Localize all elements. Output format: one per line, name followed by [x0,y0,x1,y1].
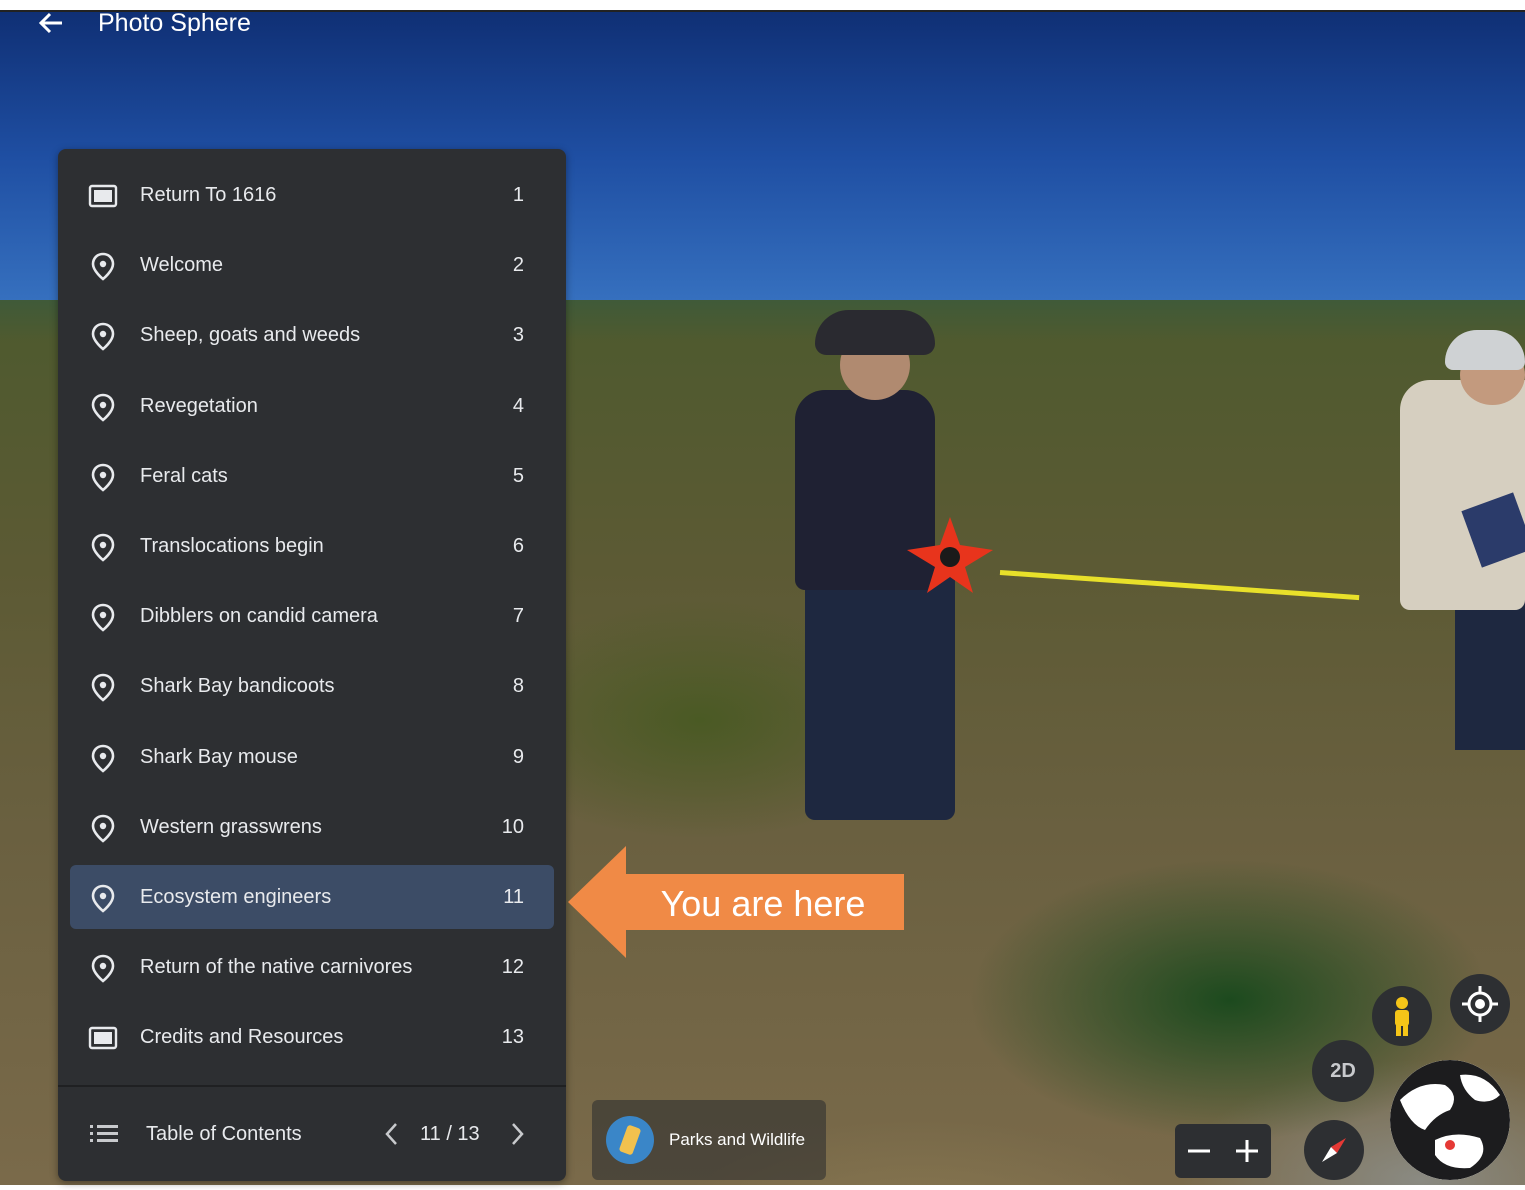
pegman-icon[interactable] [1372,986,1432,1046]
chevron-left-icon[interactable] [380,1119,404,1149]
toc-item[interactable]: Translocations begin 6 [70,514,554,578]
toc-item[interactable]: Sheep, goats and weeds 3 [70,303,554,367]
person-left-legs [805,570,955,820]
toc-item-label: Western grasswrens [140,815,322,838]
toc-item-number: 10 [501,815,524,838]
toc-item[interactable]: Western grasswrens 10 [70,795,554,859]
attribution[interactable]: Parks and Wildlife [592,1100,826,1180]
2d-toggle-button[interactable]: 2D [1312,1040,1374,1102]
toc-item-label: Translocations begin [140,535,324,557]
toc-item[interactable]: Revegetation 4 [70,374,554,438]
toc-item-label: Ecosystem engineers [140,886,332,908]
toc-item-number: 6 [512,535,524,557]
toc-item-label: Return To 1616 [140,184,277,206]
toc-item[interactable]: Return of the native carnivores 12 [70,935,554,999]
toc-item-number: 9 [512,745,524,768]
toc-item-number: 7 [512,605,524,628]
toc-item[interactable]: Dibblers on candid camera 7 [70,584,554,648]
table-of-contents-panel: Return To 1616 1 Welcome 2 Sheep, goats and … [58,149,566,1181]
2d-label: 2D [1330,1060,1356,1082]
toc-item[interactable]: Welcome 2 [70,233,554,297]
zoom-out-button[interactable] [1175,1124,1223,1178]
chevron-right-icon[interactable] [505,1119,529,1149]
toc-item[interactable]: Ecosystem engineers 11 [70,865,554,929]
toc-item[interactable]: Return To 1616 1 [70,163,554,227]
toc-footer: Table of Contents 11 / 13 [58,1087,566,1181]
zoom-controls [1175,1124,1271,1178]
toc-item[interactable]: Feral cats 5 [70,444,554,508]
attribution-text: Parks and Wildlife [669,1130,806,1149]
toc-item-number: 8 [512,675,524,698]
arrow-left-icon[interactable] [36,8,68,38]
location-pin-icon [88,883,118,913]
toc-item-label: Feral cats [140,464,228,487]
bottom-edge [0,1185,1525,1190]
toc-item-number: 1 [512,184,524,206]
my-location-icon[interactable] [1450,974,1510,1034]
toc-item-number: 3 [512,324,524,347]
toc-item-label: Sheep, goats and weeds [140,324,361,347]
toc-item-label: Shark Bay mouse [140,745,298,768]
toc-item-number: 11 [503,886,524,908]
toc-item-label: Shark Bay bandicoots [140,675,335,698]
parks-wildlife-logo [606,1116,654,1164]
toc-item-label: Dibblers on candid camera [140,605,378,628]
location-pin-icon [88,743,118,773]
toc-label[interactable]: Table of Contents [146,1087,302,1181]
location-pin-icon [88,672,118,703]
person-right-legs [1455,600,1525,750]
location-pin-icon [88,602,118,632]
toc-item[interactable]: Shark Bay bandicoots 8 [70,654,554,718]
location-pin-icon [88,462,118,492]
toc-item[interactable]: Shark Bay mouse 9 [70,725,554,789]
page-indicator: 11 / 13 [420,1123,480,1145]
toc-item-number: 5 [512,464,524,487]
toc-item-number: 13 [501,1026,524,1049]
toc-item[interactable]: Credits and Resources 13 [70,1005,554,1069]
slide-icon [88,181,118,211]
location-pin-icon [88,813,118,843]
globe-icon[interactable] [1390,1060,1510,1180]
location-pin-icon [88,953,118,983]
toc-item-label: Credits and Resources [140,1026,344,1049]
toc-item-number: 12 [501,956,524,979]
toc-item-label: Return of the native carnivores [140,956,413,979]
toc-item-label: Revegetation [140,394,258,417]
location-pin-icon [88,392,118,422]
location-pin-icon [88,251,118,281]
toc-item-number: 2 [512,254,524,277]
location-pin-icon [88,532,118,562]
measuring-tape-reel [907,517,993,593]
list-icon[interactable] [90,1123,118,1145]
location-pin-icon [88,321,118,352]
compass-icon[interactable] [1304,1120,1364,1180]
slide-icon [88,1023,118,1053]
zoom-in-button[interactable] [1223,1124,1271,1178]
toc-item-number: 4 [512,394,524,417]
you-are-here-label: You are here [660,883,866,924]
person-left-hat [815,310,935,355]
toc-item-label: Welcome [140,254,223,277]
page-title: Photo Sphere [98,9,251,37]
